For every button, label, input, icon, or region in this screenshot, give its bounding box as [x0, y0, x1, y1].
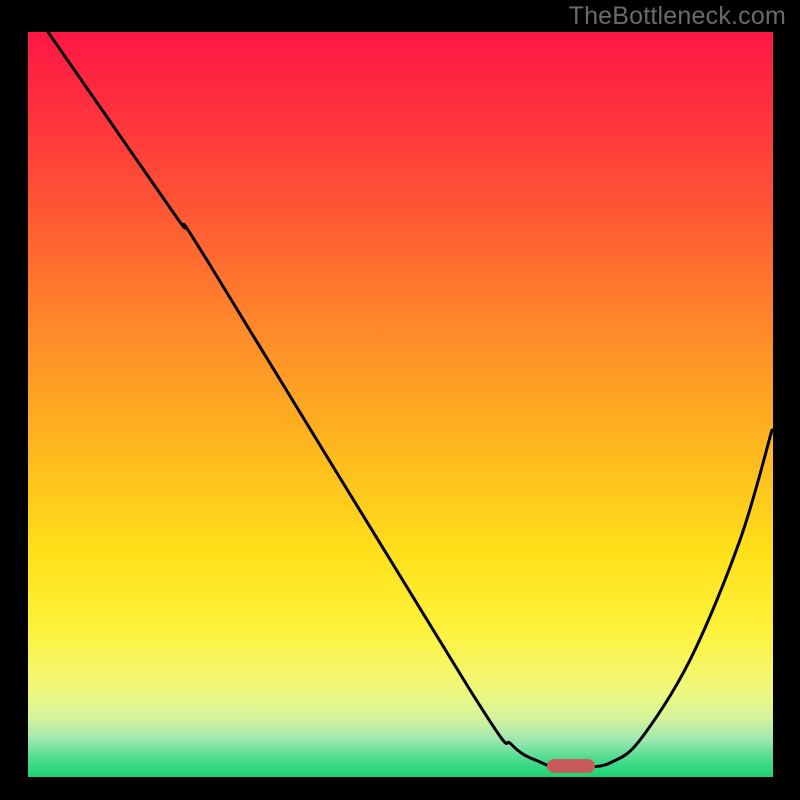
optimal-marker — [547, 759, 595, 773]
chart-svg — [0, 0, 800, 800]
bottleneck-chart: TheBottleneck.com — [0, 0, 800, 800]
watermark-text: TheBottleneck.com — [569, 2, 786, 31]
plot-area — [28, 32, 773, 777]
